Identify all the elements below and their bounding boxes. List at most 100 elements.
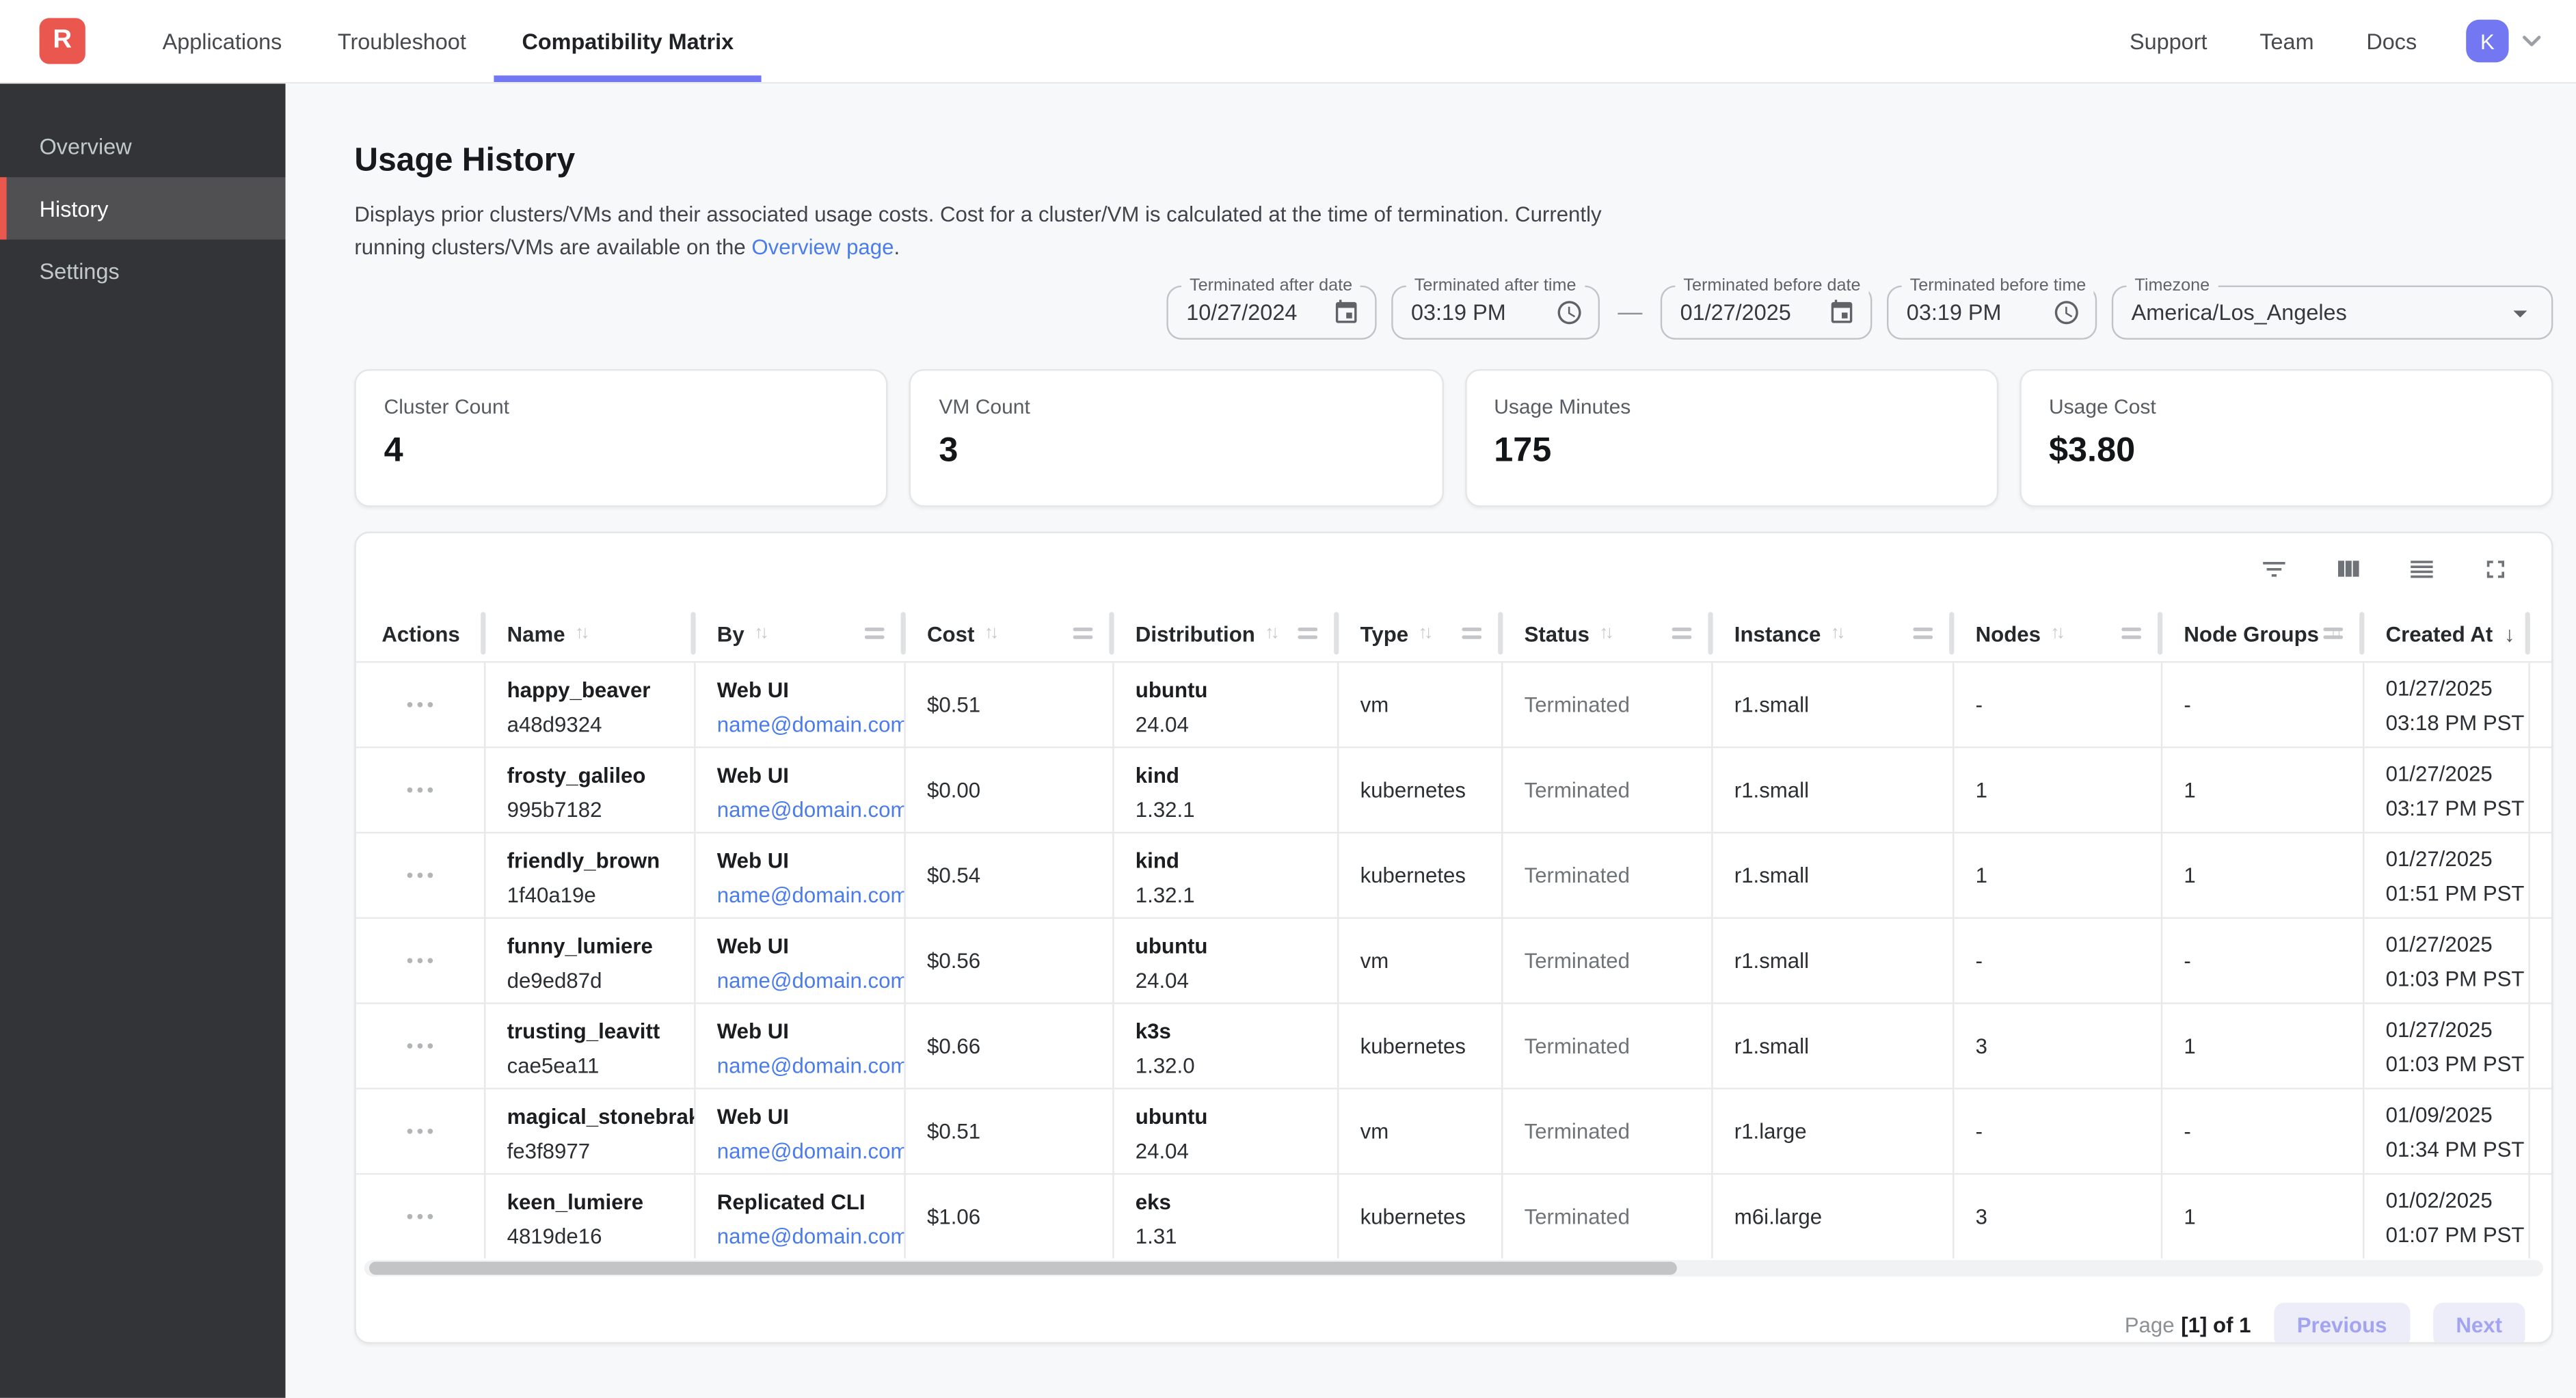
calendar-icon bbox=[1332, 299, 1360, 327]
column-menu-icon[interactable] bbox=[1672, 627, 1692, 640]
creator-email-link[interactable]: name@domain.com bbox=[717, 879, 906, 912]
created-date: 01/27/2025 bbox=[2386, 844, 2516, 876]
column-menu-icon[interactable] bbox=[1462, 627, 1481, 640]
column-separator[interactable] bbox=[900, 612, 905, 654]
horizontal-scrollbar[interactable] bbox=[364, 1260, 2543, 1276]
column-separator[interactable] bbox=[480, 612, 485, 654]
distribution-name: ubuntu bbox=[1136, 930, 1324, 963]
creator-email-link[interactable]: name@domain.com bbox=[717, 1135, 906, 1168]
replicated-logo[interactable]: R bbox=[40, 18, 85, 64]
calendar-icon bbox=[1828, 299, 1856, 327]
column-header-nodes[interactable]: Nodes ↑↓ ↓ bbox=[1954, 606, 2162, 662]
type-cell: kubernetes bbox=[1339, 833, 1503, 917]
column-header-cost[interactable]: Cost ↑↓ ↓ bbox=[906, 606, 1114, 662]
sidebar-item-settings[interactable]: Settings bbox=[0, 239, 286, 301]
column-separator[interactable] bbox=[1333, 612, 1339, 654]
row-actions-button[interactable] bbox=[356, 1004, 486, 1088]
sidebar: OverviewHistorySettings bbox=[0, 83, 286, 1397]
column-menu-icon[interactable] bbox=[1913, 627, 1933, 640]
chevron-down-icon[interactable] bbox=[2517, 26, 2547, 55]
nav-link-support[interactable]: Support bbox=[2104, 29, 2233, 53]
column-separator[interactable] bbox=[1707, 612, 1713, 654]
row-actions-button[interactable] bbox=[356, 1174, 486, 1258]
stat-card-usage-cost: Usage Cost$3.80 bbox=[2020, 369, 2553, 507]
scrollbar-thumb[interactable] bbox=[369, 1262, 1676, 1275]
sort-icon[interactable]: ↑↓ bbox=[2050, 623, 2065, 643]
column-menu-icon[interactable] bbox=[2121, 627, 2141, 640]
nav-link-docs[interactable]: Docs bbox=[2340, 29, 2443, 53]
sort-icon[interactable]: ↑↓ bbox=[575, 623, 590, 643]
table-row: funny_lumierede9ed87d Web UIname@domain.… bbox=[356, 917, 2551, 1003]
row-actions-button[interactable] bbox=[356, 748, 486, 831]
nav-tab-troubleshoot[interactable]: Troubleshoot bbox=[310, 0, 494, 82]
nav-tab-applications[interactable]: Applications bbox=[135, 0, 310, 82]
filter-terminated-before-date[interactable]: Terminated before date 01/27/2025 bbox=[1661, 286, 1873, 340]
created-by-source: Web UI bbox=[717, 1016, 891, 1049]
next-page-button[interactable]: Next bbox=[2433, 1303, 2525, 1344]
column-menu-icon[interactable] bbox=[2323, 627, 2343, 640]
cost-cell: $0.56 bbox=[906, 919, 1114, 1002]
column-separator[interactable] bbox=[2524, 612, 2530, 654]
created-time: 01:03 PM PST bbox=[2386, 1049, 2516, 1081]
column-separator[interactable] bbox=[1108, 612, 1114, 654]
column-header-name[interactable]: Name ↑↓ ↓ bbox=[485, 606, 695, 662]
nav-link-team[interactable]: Team bbox=[2233, 29, 2340, 53]
creator-email-link[interactable]: name@domain.com bbox=[717, 1221, 906, 1254]
filter-timezone[interactable]: Timezone America/Los_Angeles bbox=[2112, 286, 2553, 340]
previous-page-button[interactable]: Previous bbox=[2274, 1303, 2410, 1344]
distribution-version: 1.32.0 bbox=[1136, 1050, 1324, 1083]
column-menu-icon[interactable] bbox=[1073, 627, 1093, 640]
distribution-name: k3s bbox=[1136, 1016, 1324, 1049]
column-header-distribution[interactable]: Distribution ↑↓ ↓ bbox=[1114, 606, 1339, 662]
type-cell: vm bbox=[1339, 663, 1503, 747]
node-groups-cell: 1 bbox=[2162, 748, 2364, 831]
column-separator[interactable] bbox=[1497, 612, 1503, 654]
distribution-name: kind bbox=[1136, 845, 1324, 878]
row-actions-button[interactable] bbox=[356, 663, 486, 747]
overview-page-link[interactable]: Overview page bbox=[751, 234, 894, 259]
filter-terminated-after-date[interactable]: Terminated after date 10/27/2024 bbox=[1166, 286, 1376, 340]
app-window: R ApplicationsTroubleshootCompatibility … bbox=[0, 0, 2576, 1398]
column-separator[interactable] bbox=[2359, 612, 2364, 654]
created-time: 01:07 PM PST bbox=[2386, 1219, 2516, 1252]
filter-icon[interactable] bbox=[2259, 554, 2289, 584]
column-menu-icon[interactable] bbox=[1298, 627, 1317, 640]
fullscreen-icon[interactable] bbox=[2481, 554, 2510, 584]
column-header-by[interactable]: By ↑↓ ↓ bbox=[696, 606, 906, 662]
sort-icon[interactable]: ↑↓ bbox=[984, 623, 999, 643]
sidebar-item-overview[interactable]: Overview bbox=[0, 115, 286, 177]
columns-icon[interactable] bbox=[2333, 554, 2363, 584]
filter-terminated-before-time[interactable]: Terminated before time 03:19 PM bbox=[1887, 286, 2097, 340]
row-actions-button[interactable] bbox=[356, 1090, 486, 1173]
sidebar-item-history[interactable]: History bbox=[0, 177, 286, 239]
column-header-created-at[interactable]: Created At ↑↓ ↓ bbox=[2364, 606, 2530, 662]
row-actions-button[interactable] bbox=[356, 833, 486, 917]
sort-icon[interactable]: ↑↓ bbox=[1831, 623, 1846, 643]
sort-icon[interactable]: ↑↓ bbox=[754, 623, 769, 643]
column-separator[interactable] bbox=[690, 612, 695, 654]
filter-terminated-after-time[interactable]: Terminated after time 03:19 PM bbox=[1391, 286, 1600, 340]
density-icon[interactable] bbox=[2407, 554, 2437, 584]
column-header-type[interactable]: Type ↑↓ ↓ bbox=[1339, 606, 1503, 662]
column-header-status[interactable]: Status ↑↓ ↓ bbox=[1503, 606, 1713, 662]
column-header-actions[interactable]: Actions ↑↓ ↓ bbox=[356, 606, 486, 662]
creator-email-link[interactable]: name@domain.com bbox=[717, 1050, 906, 1083]
nav-tab-compatibility-matrix[interactable]: Compatibility Matrix bbox=[494, 0, 762, 82]
sort-icon[interactable]: ↑↓ bbox=[1419, 623, 1434, 643]
sort-icon[interactable]: ↑↓ bbox=[1265, 623, 1280, 643]
created-time: 03:17 PM PST bbox=[2386, 792, 2516, 825]
sort-icon[interactable]: ↑↓ bbox=[1599, 623, 1614, 643]
creator-email-link[interactable]: name@domain.com bbox=[717, 794, 906, 827]
top-navbar: R ApplicationsTroubleshootCompatibility … bbox=[0, 0, 2576, 83]
table-header-row: Actions ↑↓ ↓ Name ↑↓ ↓ By ↑↓ ↓ Cost ↑↓ ↓… bbox=[356, 606, 2551, 662]
column-separator[interactable] bbox=[1948, 612, 1954, 654]
column-separator[interactable] bbox=[2157, 612, 2162, 654]
column-header-node-groups[interactable]: Node Groups ↑↓ ↓ bbox=[2162, 606, 2364, 662]
creator-email-link[interactable]: name@domain.com bbox=[717, 709, 906, 742]
creator-email-link[interactable]: name@domain.com bbox=[717, 965, 906, 997]
row-actions-button[interactable] bbox=[356, 919, 486, 1002]
column-header-instance[interactable]: Instance ↑↓ ↓ bbox=[1713, 606, 1955, 662]
avatar[interactable]: K bbox=[2466, 20, 2508, 62]
sort-desc-icon[interactable]: ↓ bbox=[2504, 621, 2515, 645]
column-menu-icon[interactable] bbox=[865, 627, 885, 640]
